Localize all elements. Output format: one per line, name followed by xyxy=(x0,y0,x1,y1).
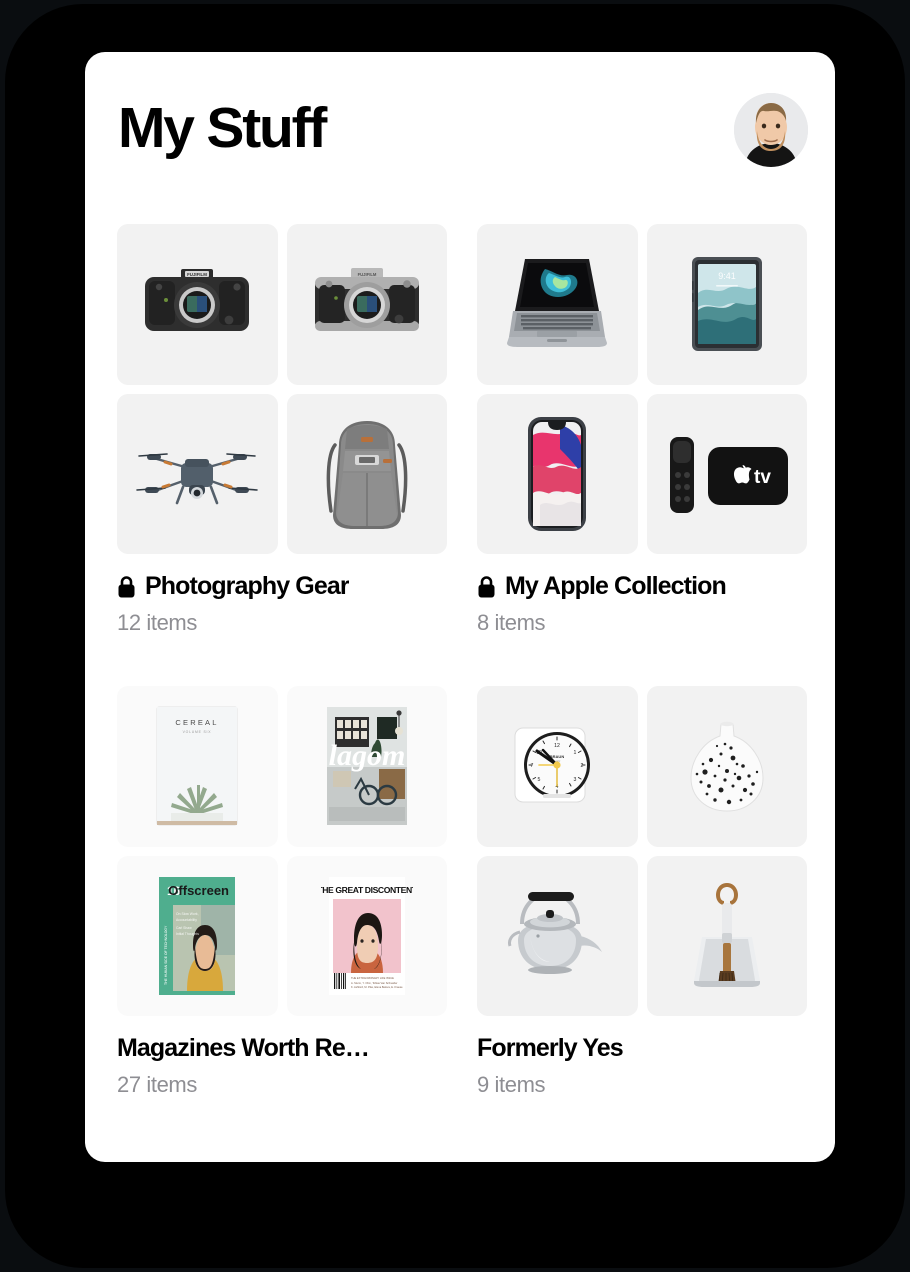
svg-text:Initial Thoughts: Initial Thoughts xyxy=(176,932,199,936)
collection-count: 9 items xyxy=(477,1072,546,1097)
svg-text:THE EXTRAORDINARY LIFE ISSUE: THE EXTRAORDINARY LIFE ISSUE xyxy=(351,976,394,980)
app-header: My Stuff xyxy=(85,52,835,224)
svg-text:THE GREAT DISCONTENT: THE GREAT DISCONTENT xyxy=(321,885,413,895)
svg-text:FUJIFILM: FUJIFILM xyxy=(187,272,207,277)
thumbnail-dustpan-and-brush[interactable] xyxy=(646,855,807,1016)
thumbnail-cereal-magazine[interactable]: CEREAL VOLUME SIX xyxy=(117,686,278,847)
thumbnail-macbook-pro[interactable] xyxy=(477,224,638,385)
thumbnail-stainless-steel-kettle[interactable] xyxy=(477,855,638,1016)
thumbnail-lagom-magazine[interactable]: lagom xyxy=(286,686,447,847)
app-card: My Stuff FUJIFILM FUJIFILM Photography G… xyxy=(85,52,835,1162)
thumbnail-dji-mavic-drone[interactable] xyxy=(117,393,278,554)
svg-text:2: 2 xyxy=(581,763,584,769)
collection-meta: Photography Gear 12 items xyxy=(117,554,447,636)
svg-text:VOLUME SIX: VOLUME SIX xyxy=(183,730,212,734)
thumbnail-speckled-ceramic-vase[interactable] xyxy=(646,686,807,847)
thumbnail-fujifilm-silver-camera[interactable]: FUJIFILM xyxy=(286,224,447,385)
collection-meta: My Apple Collection 8 items xyxy=(477,554,807,636)
thumbnail-peak-design-backpack[interactable] xyxy=(286,393,447,554)
collection-title-text: Magazines Worth Re… xyxy=(117,1034,369,1062)
svg-text:5: 5 xyxy=(538,777,541,783)
lock-icon xyxy=(118,576,135,598)
svg-text:On Slow Work,: On Slow Work, xyxy=(176,912,199,916)
svg-text:12: 12 xyxy=(554,743,560,749)
collection-magazines-worth-reading[interactable]: CEREAL VOLUME SIX lagom 16 Offscreen On … xyxy=(117,686,447,1098)
collection-title: My Apple Collection xyxy=(477,572,807,601)
svg-text:Accountability: Accountability xyxy=(176,918,197,922)
svg-text:A. Sturm, Y. Ohm, Tobias Van S: A. Sturm, Y. Ohm, Tobias Van Schneider xyxy=(351,981,398,985)
svg-text:K. Ashford, M. Pike, Elena Bel: K. Ashford, M. Pike, Elena Belova, E. Kr… xyxy=(351,985,403,989)
collection-count: 8 items xyxy=(477,610,546,635)
lock-icon xyxy=(478,576,495,598)
device-frame: My Stuff FUJIFILM FUJIFILM Photography G… xyxy=(5,4,905,1268)
svg-text:FUJIFILM: FUJIFILM xyxy=(357,272,376,277)
collection-count: 12 items xyxy=(117,610,197,635)
svg-text:Carl Shaw: Carl Shaw xyxy=(176,926,192,930)
collection-title: Magazines Worth Re… xyxy=(117,1034,447,1063)
svg-text:CEREAL: CEREAL xyxy=(176,718,219,727)
thumbnail-ipad-pro[interactable]: 9:41 xyxy=(646,224,807,385)
collection-formerly-yes[interactable]: 1212 345 710 BRAUN quartz xyxy=(477,686,807,1098)
svg-text:1: 1 xyxy=(574,750,577,756)
collection-my-apple-collection[interactable]: 9:41 tv My Apple Collection 8 items xyxy=(477,224,807,636)
svg-text:THE HUMAN SIDE OF TECHNOLOGY: THE HUMAN SIDE OF TECHNOLOGY xyxy=(164,925,168,985)
thumbnail-grid: 9:41 tv xyxy=(477,224,807,554)
collection-photography-gear[interactable]: FUJIFILM FUJIFILM Photography Gear 12 it… xyxy=(117,224,447,636)
avatar[interactable] xyxy=(734,93,808,167)
page-title: My Stuff xyxy=(118,96,327,160)
svg-text:Offscreen: Offscreen xyxy=(169,883,230,898)
thumbnail-grid: 1212 345 710 BRAUN quartz xyxy=(477,686,807,1016)
svg-text:tv: tv xyxy=(754,467,771,488)
thumbnail-iphone-x[interactable] xyxy=(477,393,638,554)
thumbnail-offscreen-magazine-16[interactable]: 16 Offscreen On Slow Work, Accountabilit… xyxy=(117,855,278,1016)
collection-meta: Magazines Worth Re… 27 items xyxy=(117,1016,447,1098)
thumbnail-the-great-discontent-magazine[interactable]: THE GREAT DISCONTENT THE EXTRAORDINARY L… xyxy=(286,855,447,1016)
collection-title: Photography Gear xyxy=(117,572,447,601)
collections-grid: FUJIFILM FUJIFILM Photography Gear 12 it… xyxy=(85,224,835,1098)
svg-text:7: 7 xyxy=(531,763,534,769)
collection-title: Formerly Yes xyxy=(477,1034,807,1063)
collection-title-text: Photography Gear xyxy=(145,572,349,600)
collection-title-text: Formerly Yes xyxy=(477,1034,623,1062)
thumbnail-grid: FUJIFILM FUJIFILM xyxy=(117,224,447,554)
thumbnail-fujifilm-black-camera[interactable]: FUJIFILM xyxy=(117,224,278,385)
svg-text:9:41: 9:41 xyxy=(718,271,736,281)
collection-count: 27 items xyxy=(117,1072,197,1097)
collection-meta: Formerly Yes 9 items xyxy=(477,1016,807,1098)
thumbnail-grid: CEREAL VOLUME SIX lagom 16 Offscreen On … xyxy=(117,686,447,1016)
thumbnail-apple-tv-and-remote[interactable]: tv xyxy=(646,393,807,554)
svg-text:lagom: lagom xyxy=(328,739,405,772)
thumbnail-braun-alarm-clock[interactable]: 1212 345 710 BRAUN quartz xyxy=(477,686,638,847)
collection-title-text: My Apple Collection xyxy=(505,572,726,600)
svg-text:3: 3 xyxy=(574,777,577,783)
